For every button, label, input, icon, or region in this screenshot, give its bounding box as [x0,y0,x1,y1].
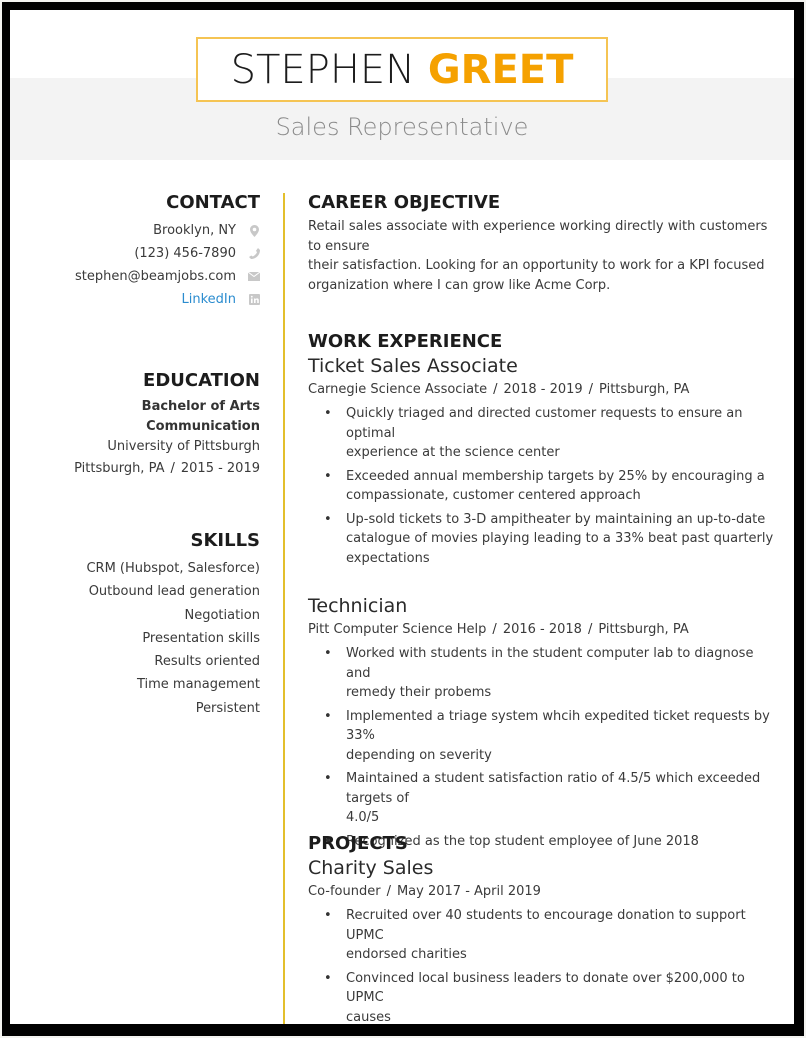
first-name: STEPHEN [230,46,416,93]
resume-page: STEPHEN GREET Sales Representative CONTA… [10,10,794,1024]
projects-section: PROJECTS Charity Sales Co-founder / May 20… [308,833,778,1024]
objective-line: their satisfaction. Looking for an oppor… [308,258,765,273]
bullet-item: • Quickly triaged and directed customer r… [324,406,743,460]
envelope-icon [248,271,260,283]
contact-location: Brooklyn, NY [20,219,260,242]
separator: / [170,461,175,476]
skills-heading: SKILLS [190,530,260,551]
location: Pittsburgh, PA [598,622,689,637]
role: Co-founder [308,884,381,899]
contact-linkedin[interactable]: LinkedIn [20,288,260,311]
skills-section: SKILLS CRM (Hubspot, Salesforce) Outboun… [20,530,260,720]
job-title: Ticket Sales Associate [308,355,518,377]
bullet-item: • Up-sold tickets to 3-D ampitheater by m… [324,511,774,566]
objective-line: Retail sales associate with experience w… [308,219,768,254]
dates: 2016 - 2018 [502,622,582,637]
last-name: GREET [427,46,574,93]
contact-section: CONTACT Brooklyn, NY (123) 456-7890 step… [20,192,260,311]
company: Carnegie Science Associate [308,382,488,397]
skill-item: Presentation skills [142,630,260,646]
linkedin-link[interactable]: LinkedIn [182,288,236,311]
objective-section: CAREER OBJECTIVE Retail sales associate … [308,192,778,295]
objective-heading: CAREER OBJECTIVE [308,192,501,213]
major: Communication [146,419,260,434]
bullet-item: • Recruited over 40 students to encourage… [324,908,746,962]
project-bullets: • Recruited over 40 students to encourage… [308,906,778,1024]
linkedin-icon [248,294,260,306]
project-title: Charity Sales [308,857,434,879]
job-meta: Carnegie Science Associate / 2018 - 2019 / P… [308,378,778,402]
column-divider [283,193,285,1024]
education-section: EDUCATION Bachelor of Arts Communication… [20,370,260,479]
bullet-item: • Implemented a triage system whcih exped… [324,708,770,763]
separator: / [493,382,498,397]
school: University of Pittsburgh [107,439,260,454]
contact-email: stephen@beamjobs.com [20,265,260,288]
objective-line: organization where I can grow like Acme … [308,277,611,293]
location-text: Brooklyn, NY [153,223,236,238]
education-meta: Pittsburgh, PA / 2015 - 2019 [20,459,260,479]
separator: / [588,382,594,397]
phone-text: (123) 456-7890 [134,246,236,261]
bullet-item: • Worked with students in the student com… [324,646,754,700]
separator: / [587,622,593,637]
company: Pitt Computer Science Help [308,622,487,637]
map-pin-icon [248,224,260,237]
job-title: Technician [308,595,408,617]
education-location: Pittsburgh, PA [74,461,165,476]
contact-phone: (123) 456-7890 [20,242,260,265]
skill-item: Outbound lead generation [88,584,260,600]
experience-heading: WORK EXPERIENCE [308,331,503,352]
email-text: stephen@beamjobs.com [75,269,236,284]
skill-item: Persistent [195,700,260,716]
experience-section: WORK EXPERIENCE Ticket Sales Associate C… [308,331,778,855]
objective-text: Retail sales associate with experience w… [308,217,778,295]
education-years: 2015 - 2019 [180,461,260,476]
job-bullets: • Worked with students in the student com… [308,644,778,851]
separator: / [386,884,391,899]
education-heading: EDUCATION [143,370,260,391]
job-title-heading: Sales Representative [275,113,529,141]
dates: May 2017 - April 2019 [396,884,541,899]
bullet-item: • Exceeded annual membership targets by 2… [324,468,765,504]
dates: 2018 - 2019 [503,382,583,397]
skill-item: Time management [136,677,260,693]
candidate-name: STEPHEN GREET [231,50,574,90]
project-entry: Charity Sales Co-founder / May 2017 - Apri… [308,856,778,1024]
skill-item: CRM (Hubspot, Salesforce) [86,561,260,576]
job-entry: Technician Pitt Computer Science Help / 20… [308,594,778,851]
skill-item: Negotiation [184,607,260,623]
bullet-item: • Convinced local business leaders to don… [324,970,745,1025]
contact-heading: CONTACT [166,192,260,213]
bullet-item: • Maintained a student satisfaction ratio… [324,771,761,825]
projects-heading: PROJECTS [308,833,408,854]
degree: Bachelor of Arts [141,399,260,414]
job-entry: Ticket Sales Associate Carnegie Science … [308,354,778,568]
phone-icon [248,248,260,260]
project-meta: Co-founder / May 2017 - April 2019 [308,880,778,904]
location: Pittsburgh, PA [599,382,690,397]
name-box: STEPHEN GREET [196,37,608,102]
job-bullets: • Quickly triaged and directed customer r… [308,404,778,568]
skill-item: Results oriented [154,654,260,670]
separator: / [492,622,497,637]
job-meta: Pitt Computer Science Help / 2016 - 2018 / P… [308,618,778,642]
